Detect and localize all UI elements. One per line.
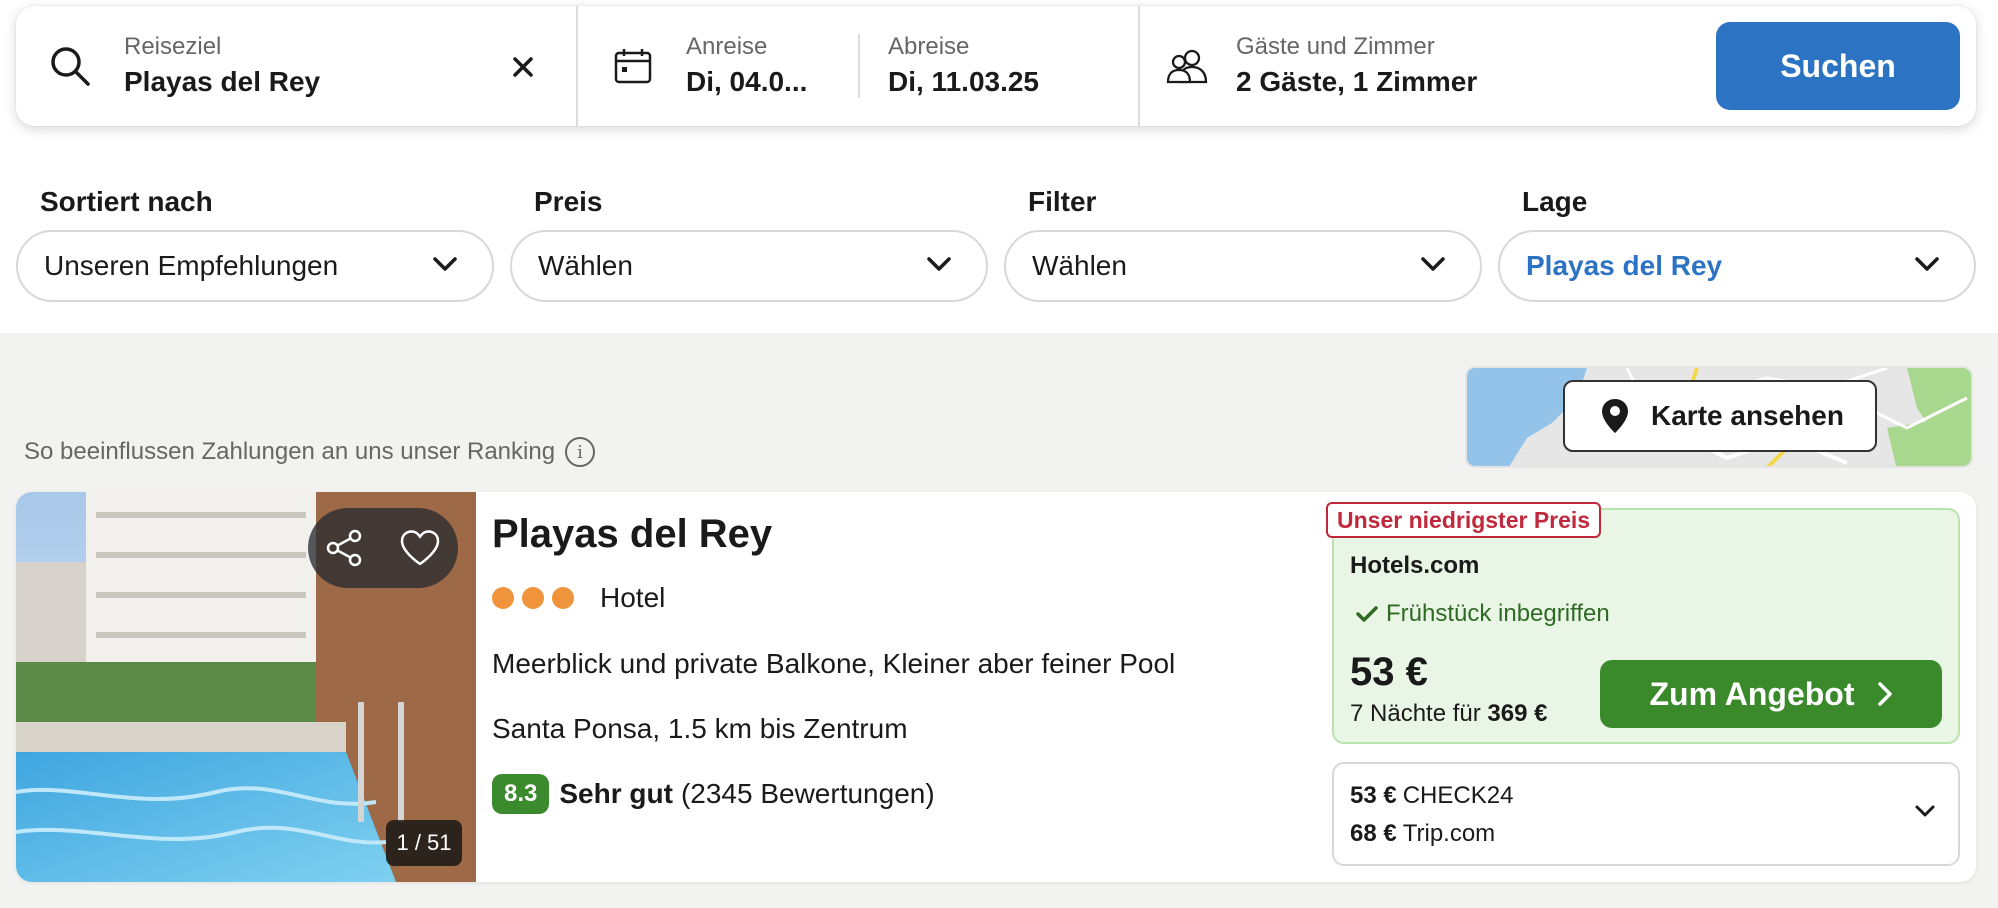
heart-icon[interactable] [399,529,441,567]
view-deal-button[interactable]: Zum Angebot [1600,660,1942,728]
check-icon [1356,606,1378,622]
guests-value[interactable]: 2 Gäste, 1 Zimmer [1236,66,1536,98]
show-map-label: Karte ansehen [1651,400,1844,431]
filter-location: Lage Playas del Rey [1498,186,1976,302]
ranking-note-text: So beeinflussen Zahlungen an uns unser R… [24,438,556,465]
sort-select-value: Unseren Empfehlungen [44,250,339,281]
other-offer-row[interactable]: 68 € Trip.com [1350,820,1495,848]
search-bar: Reiseziel Playas del Rey Anreise Di, 04.… [16,6,1976,126]
hotel-location: Santa Ponsa, 1.5 km bis Zentrum [492,713,908,744]
star-dot [522,587,544,609]
offer-total: 7 Nächte für 369 € [1350,700,1547,728]
view-deal-label: Zum Angebot [1649,675,1855,712]
other-offers[interactable]: 53 € CHECK24 68 € Trip.com [1332,762,1960,866]
breakfast-label: Frühstück inbegriffen [1386,600,1610,627]
guests-icon [1166,49,1208,84]
filter-location-label: Lage [1522,186,1588,217]
filter-filter-label: Filter [1028,186,1097,217]
offer-provider: Hotels.com [1350,552,1480,579]
destination-label: Reiseziel [124,33,222,60]
star-dot [552,587,574,609]
other-offer-price: 53 € [1350,782,1397,809]
chevron-down-icon [433,257,457,271]
search-icon [51,47,90,86]
calendar-icon [614,49,652,84]
sort-select[interactable]: Unseren Empfehlungen [16,230,494,302]
guests-label: Gäste und Zimmer [1236,33,1435,60]
chevron-down-icon [927,257,951,271]
filter-price: Preis Wählen [510,186,988,302]
lowest-price-badge: Unser niedrigster Preis [1326,502,1602,538]
map-pin-icon [1602,399,1628,433]
location-select[interactable]: Playas del Rey [1498,230,1976,302]
guests-field[interactable]: Gäste und Zimmer 2 Gäste, 1 Zimmer Suche… [1140,6,1976,126]
offer-price: 53 € [1350,650,1428,694]
location-select-value: Playas del Rey [1526,250,1723,281]
checkin-value[interactable]: Di, 04.0... [686,66,836,98]
photo-counter: 1 / 51 [386,820,462,866]
clear-icon[interactable] [512,56,534,78]
total-price: 369 € [1487,700,1548,727]
filter-filter: Filter Wählen [1004,186,1482,302]
hotel-rating[interactable]: 8.3 Sehr gut (2345 Bewertungen) [492,774,935,814]
share-icon[interactable] [325,528,365,568]
filter-price-label: Preis [534,186,603,217]
filter-select-value: Wählen [1032,250,1127,281]
chevron-right-icon [1877,682,1892,706]
ranking-note[interactable]: So beeinflussen Zahlungen an uns unser R… [24,437,596,467]
info-icon[interactable]: i [565,437,596,467]
checkout-label: Abreise [888,33,970,60]
checkout-value[interactable]: Di, 11.03.25 [888,66,1128,98]
chevron-down-icon [1421,257,1445,271]
price-select[interactable]: Wählen [510,230,988,302]
other-offer-provider: CHECK24 [1402,782,1514,809]
rating-score: 8.3 [492,774,550,814]
show-map-button[interactable]: Karte ansehen [1563,380,1877,452]
rating-word: Sehr gut [559,778,673,809]
filter-sort-label: Sortiert nach [40,186,213,217]
search-button[interactable]: Suchen [1716,22,1960,110]
hotel-name[interactable]: Playas del Rey [492,512,772,557]
chevron-down-icon [1915,257,1939,271]
star-dot [492,587,514,609]
filter-sort: Sortiert nach Unseren Empfehlungen [16,186,494,302]
chevron-down-icon[interactable] [1914,804,1936,818]
hotel-type: Hotel [600,582,666,613]
destination-field[interactable]: Reiseziel Playas del Rey [16,6,578,126]
destination-value[interactable]: Playas del Rey [124,66,484,98]
nights-text: 7 Nächte für [1350,700,1481,727]
other-offer-provider: Trip.com [1402,820,1496,847]
other-offer-price: 68 € [1350,820,1397,847]
checkin-label: Anreise [686,33,768,60]
other-offer-row[interactable]: 53 € CHECK24 [1350,782,1513,810]
hotel-card[interactable]: 1 / 51 Playas del Rey Hotel Meerblick un… [16,492,1976,882]
price-select-value: Wählen [538,250,633,281]
hotel-category: Hotel [492,582,665,614]
checkin-field[interactable]: Anreise Di, 04.0... [578,6,858,126]
checkout-field[interactable]: Abreise Di, 11.03.25 [858,6,1140,126]
photo-actions [308,508,458,588]
filter-select[interactable]: Wählen [1004,230,1482,302]
rating-count: (2345 Bewertungen) [680,778,935,809]
breakfast-feature: Frühstück inbegriffen [1356,600,1610,628]
hotel-description: Meerblick und private Balkone, Kleiner a… [492,648,1176,679]
